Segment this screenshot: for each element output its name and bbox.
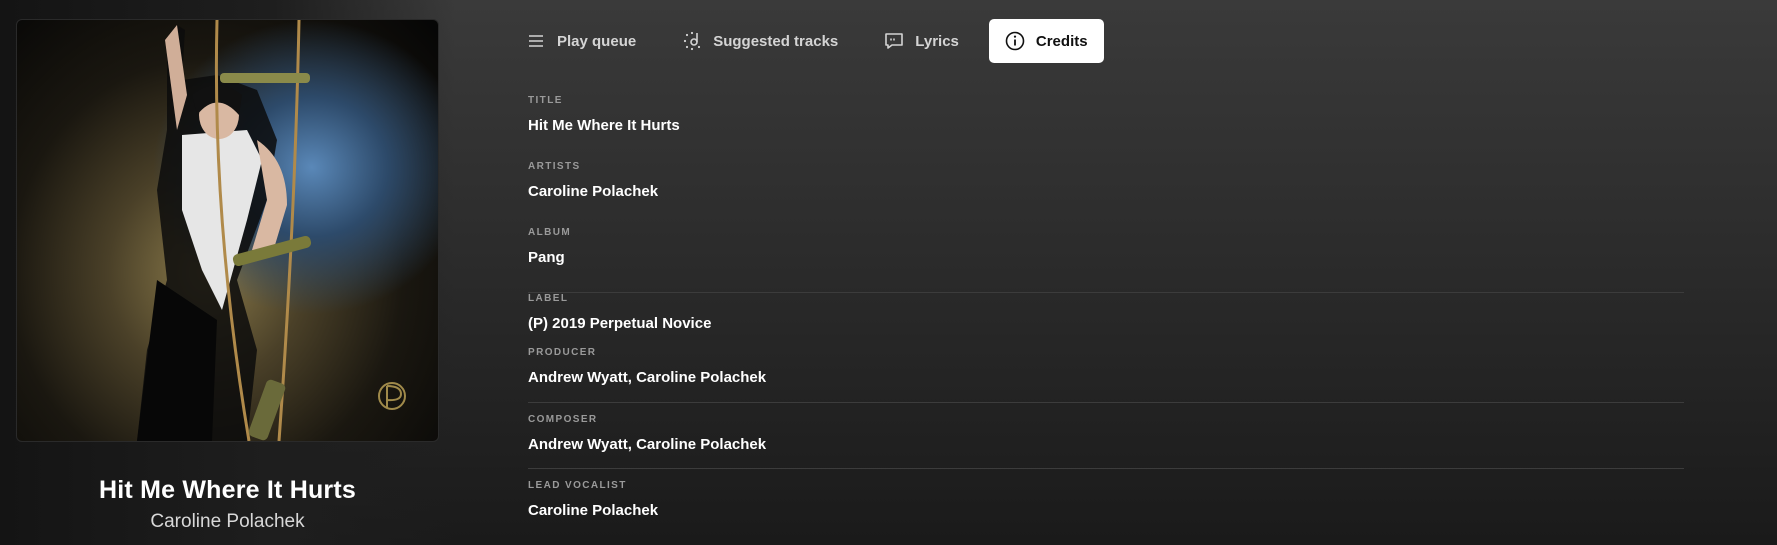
credit-producer: PRODUCER Andrew Wyatt, Caroline Polachek [528, 347, 1684, 403]
credit-value[interactable]: Pang [528, 249, 1684, 266]
credit-album: ALBUM Pang [528, 227, 1684, 293]
album-cover-illustration [137, 20, 406, 441]
credit-label: COMPOSER [528, 414, 598, 425]
lyrics-icon [884, 31, 904, 51]
now-playing-artist[interactable]: Caroline Polachek [0, 511, 455, 533]
tab-label: Play queue [557, 32, 637, 50]
credit-artists: ARTISTS Caroline Polachek [528, 161, 1684, 227]
credit-label: LABEL [528, 293, 569, 304]
credit-label: LEAD VOCALIST [528, 480, 627, 491]
tab-suggested-tracks[interactable]: Suggested tracks [666, 19, 854, 63]
credit-value: Andrew Wyatt, Caroline Polachek [528, 436, 767, 453]
credit-label: ARTISTS [528, 161, 581, 172]
credit-label: PRODUCER [528, 347, 597, 358]
credit-label: ALBUM [528, 227, 572, 238]
suggested-icon [682, 31, 702, 51]
tab-label: Lyrics [915, 32, 959, 50]
credit-value: Andrew Wyatt, Caroline Polachek [528, 369, 767, 386]
credit-value[interactable]: Caroline Polachek [528, 502, 1684, 519]
tab-credits[interactable]: Credits [988, 19, 1104, 63]
credit-label-row: LABEL (P) 2019 Perpetual Novice [528, 293, 1684, 347]
credit-label: TITLE [528, 95, 563, 106]
credits-list: TITLE Hit Me Where It Hurts ARTISTS Caro… [528, 95, 1684, 529]
credit-lead-vocalist: LEAD VOCALIST Caroline Polachek [528, 469, 1684, 529]
credit-value: (P) 2019 Perpetual Novice [528, 315, 712, 332]
credit-value: Hit Me Where It Hurts [528, 117, 680, 134]
credit-value[interactable]: Caroline Polachek [528, 183, 1684, 200]
panel-tabs: Play queue Suggested tracks Lyrics Credi… [510, 19, 1118, 63]
tab-label: Credits [1035, 32, 1088, 50]
queue-icon [526, 31, 546, 51]
credit-composer: COMPOSER Andrew Wyatt, Caroline Polachek [528, 403, 1684, 469]
tab-lyrics[interactable]: Lyrics [868, 19, 975, 63]
now-playing-panel: Hit Me Where It Hurts Caroline Polachek [0, 0, 455, 545]
tab-label: Suggested tracks [713, 32, 839, 50]
now-playing-title[interactable]: Hit Me Where It Hurts [0, 476, 455, 505]
credit-title: TITLE Hit Me Where It Hurts [528, 95, 1684, 161]
album-cover [16, 19, 439, 442]
tab-play-queue[interactable]: Play queue [510, 19, 652, 63]
info-icon [1005, 31, 1025, 51]
